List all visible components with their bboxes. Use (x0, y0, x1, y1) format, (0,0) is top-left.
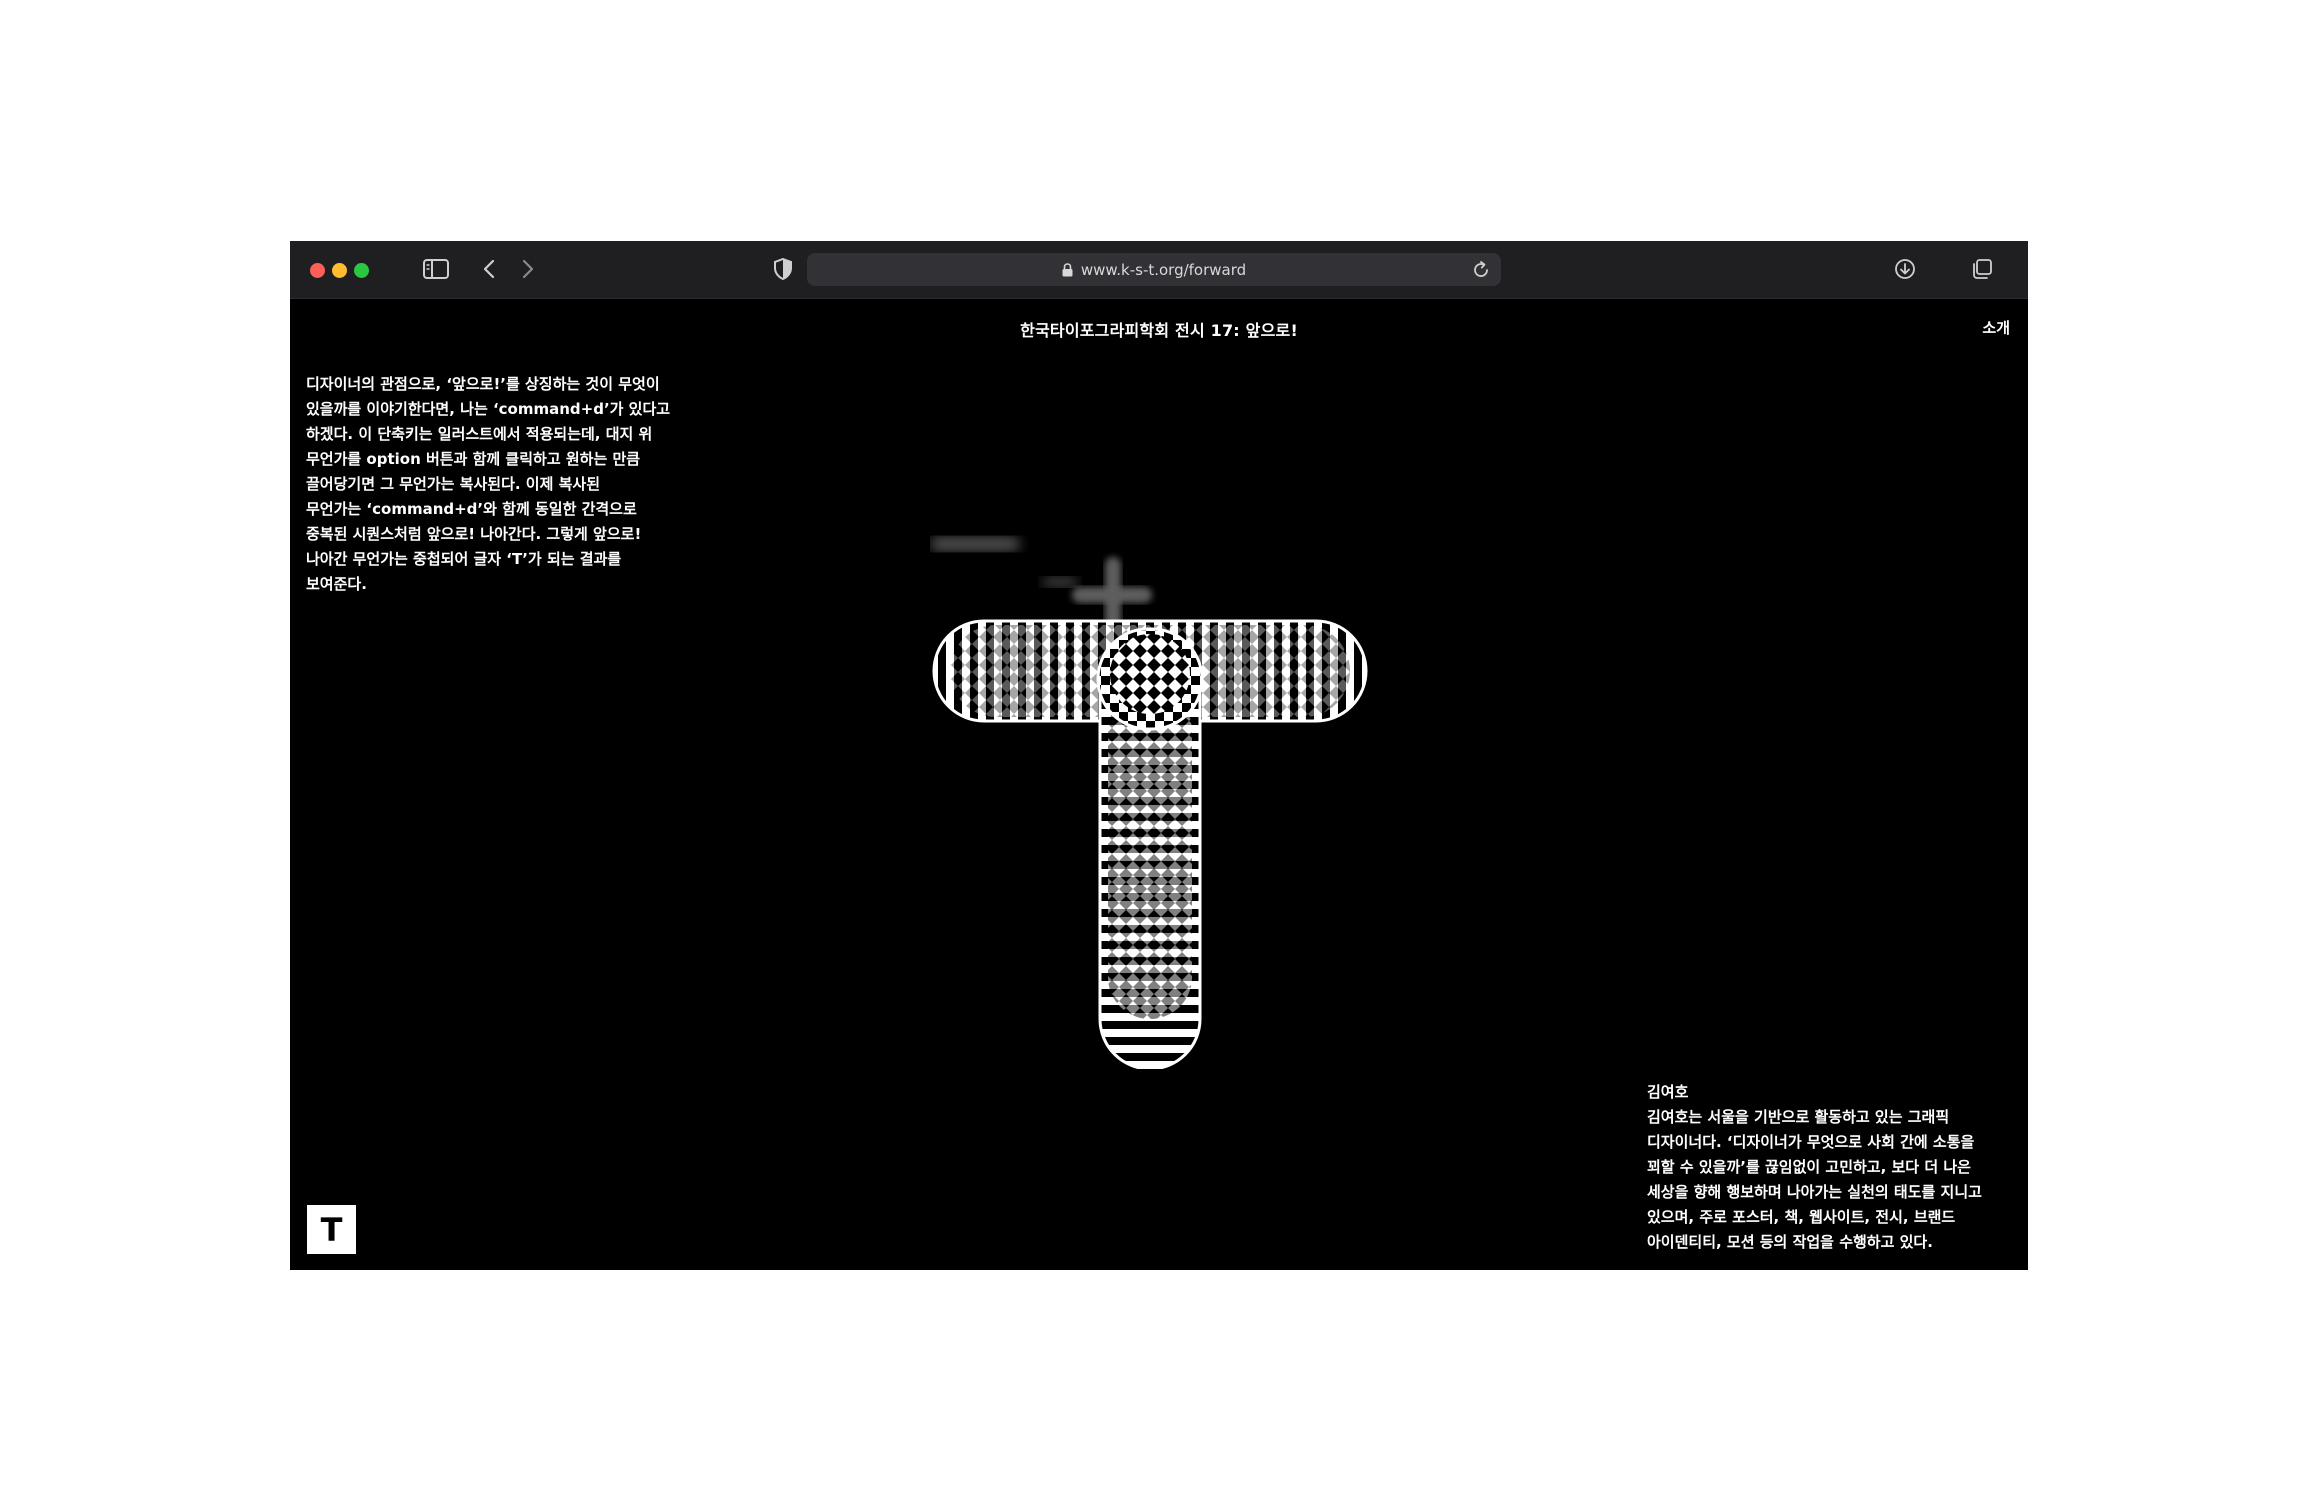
minimize-window-button[interactable] (332, 263, 347, 278)
shield-icon[interactable] (773, 258, 793, 280)
lock-icon (1062, 262, 1073, 277)
address-bar[interactable]: www.k-s-t.org/forward (807, 253, 1501, 286)
nav-about-link[interactable]: 소개 (1982, 317, 2010, 338)
sidebar-icon[interactable] (423, 258, 449, 280)
artist-info: 김여호 김여호는 서울을 기반으로 활동하고 있는 그래픽 디자이너다. ‘디자… (1647, 1080, 2017, 1255)
site-logo[interactable]: T (307, 1205, 356, 1254)
logo-letter: T (320, 1210, 343, 1249)
intro-line: 중복된 시퀀스처럼 앞으로! 나아간다. 그렇게 앞으로! (306, 525, 642, 543)
intro-line: 하겠다. 이 단축키는 일러스트에서 적용되는데, 대지 위 (306, 425, 653, 443)
reload-icon[interactable] (1471, 260, 1491, 284)
intro-line: 있을까를 이야기한다면, 나는 ‘command+d’가 있다고 (306, 400, 671, 418)
artist-bio-line: 아이덴티티, 모션 등의 작업을 수행하고 있다. (1647, 1233, 1933, 1251)
t-junction (1096, 627, 1204, 731)
artwork-t-letter[interactable] (930, 469, 1390, 1073)
web-page: 한국타이포그라피학회 전시 17: 앞으로! 소개 디자이너의 관점으로, ‘앞… (290, 299, 2028, 1270)
intro-line: 무언가를 option 버튼과 함께 클릭하고 원하는 만큼 (306, 450, 641, 468)
browser-window: www.k-s-t.org/forward 한국타이포그라피학회 전시 17: … (290, 241, 2028, 1270)
intro-line: 나아간 무언가는 중첩되어 글자 ‘T’가 되는 결과를 (306, 550, 622, 568)
chevron-left-icon[interactable] (482, 258, 496, 280)
artist-bio-line: 꾀할 수 있을까’를 끊임없이 고민하고, 보다 더 나은 (1647, 1158, 1971, 1176)
close-window-button[interactable] (310, 263, 325, 278)
intro-line: 보여준다. (306, 575, 367, 593)
artist-bio-line: 디자이너다. ‘디자이너가 무엇으로 사회 간에 소통을 (1647, 1133, 1975, 1151)
url-text: www.k-s-t.org/forward (1080, 260, 1247, 279)
artist-bio-line: 김여호는 서울을 기반으로 활동하고 있는 그래픽 (1647, 1108, 1950, 1126)
browser-toolbar: www.k-s-t.org/forward (290, 241, 2028, 299)
artist-bio-line: 있으며, 주로 포스터, 책, 웹사이트, 전시, 브랜드 (1647, 1208, 1956, 1226)
intro-text: 디자이너의 관점으로, ‘앞으로!’를 상징하는 것이 무엇이 있을까를 이야기… (306, 372, 686, 597)
intro-line: 끌어당기면 그 무언가는 복사된다. 이제 복사된 (306, 475, 601, 493)
chevron-right-icon[interactable] (521, 258, 535, 280)
zoom-window-button[interactable] (354, 263, 369, 278)
intro-line: 디자이너의 관점으로, ‘앞으로!’를 상징하는 것이 무엇이 (306, 375, 660, 393)
download-icon[interactable] (1894, 258, 1916, 280)
intro-line: 무언가는 ‘command+d’와 함께 동일한 간격으로 (306, 500, 637, 518)
site-title: 한국타이포그라피학회 전시 17: 앞으로! (1020, 321, 1298, 340)
artist-name: 김여호 (1647, 1083, 1689, 1101)
tabs-icon[interactable] (1971, 258, 1993, 280)
artist-bio-line: 세상을 향해 행보하며 나아가는 실천의 태도를 지니고 (1647, 1183, 1982, 1201)
